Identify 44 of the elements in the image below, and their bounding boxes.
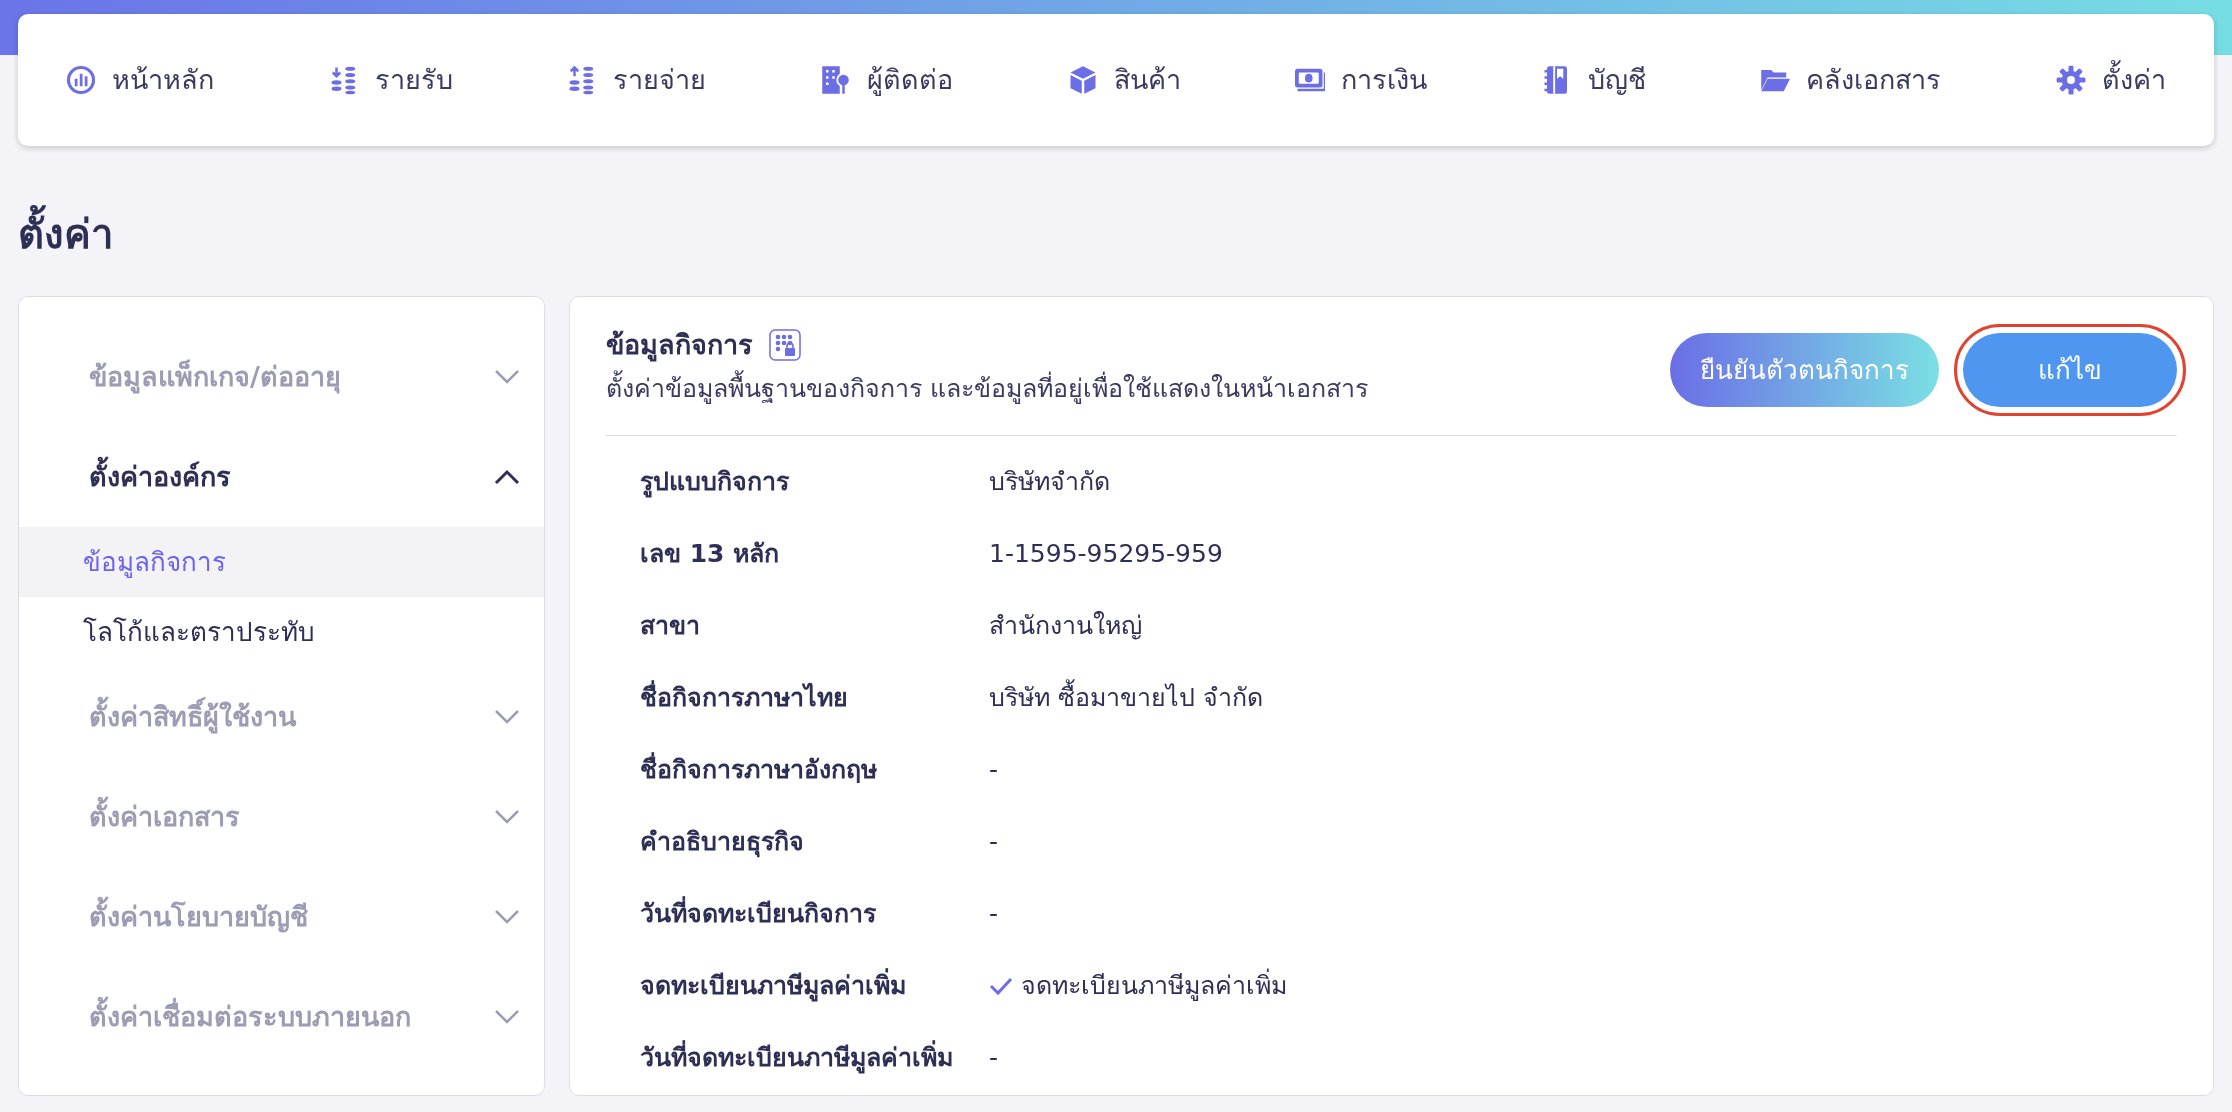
nav-link[interactable]: คลังเอกสาร xyxy=(1760,59,1942,101)
chevron-down-icon xyxy=(494,809,520,825)
sidebar-item[interactable]: โลโก้และตราประทับ xyxy=(19,597,544,667)
field-value: - xyxy=(989,754,999,787)
chevron-up-icon xyxy=(494,469,520,485)
field-value: 1-1595-95295-959 xyxy=(989,538,1223,571)
chart-icon xyxy=(66,65,96,95)
field-label: ชื่อกิจการภาษาไทย xyxy=(606,679,989,717)
chevron-down-icon xyxy=(494,709,520,725)
field-value: - xyxy=(989,898,999,931)
field-label: เลข 13 หลัก xyxy=(639,538,781,571)
field-label: จดทะเบียนภาษีมูลค่าเพิ่ม xyxy=(606,967,989,1005)
field-label: วันที่จดทะเบียนภาษีมูลค่าเพิ่ม xyxy=(606,1039,989,1077)
sidebar-group[interactable]: ตั้งค่าองค์กร xyxy=(19,427,544,527)
nav-link[interactable]: สินค้า xyxy=(1067,59,1181,101)
nav-link[interactable]: ผู้ติดต่อ xyxy=(820,59,953,101)
field-value: บริษัท ซื้อมาขายไป จำกัด xyxy=(989,679,1263,717)
field-label: วันที่จดทะเบียนกิจการ xyxy=(606,895,989,933)
nav-link[interactable]: ตั้งค่า xyxy=(2056,59,2166,101)
chevron-down-icon xyxy=(494,909,520,925)
field-value: - xyxy=(989,826,999,859)
panel-description: ตั้งค่าข้อมูลพื้นฐานของกิจการ และข้อมูลที่อยู่เพื่อใช้แสดงในหน้าเอกสาร xyxy=(606,369,1368,407)
nav-link[interactable]: บัญชี xyxy=(1541,59,1646,101)
grid-lock-icon xyxy=(769,329,801,362)
check-icon xyxy=(989,976,1013,996)
page-title: ตั้งค่า xyxy=(18,204,2214,264)
chevron-down-icon xyxy=(494,1009,520,1025)
field-value: สำนักงานใหญ่ xyxy=(989,610,1142,643)
field-label: ชื่อกิจการภาษาอังกฤษ xyxy=(606,751,989,789)
field-label: คำอธิบายธุรกิจ xyxy=(639,826,805,860)
settings-icon xyxy=(2056,65,2086,95)
sidebar-item[interactable]: ข้อมูลกิจการ xyxy=(19,527,544,597)
field-value: จดทะเบียนภาษีมูลค่าเพิ่ม xyxy=(1021,967,1287,1005)
field-value: บริษัทจำกัด xyxy=(989,466,1110,499)
chevron-down-icon xyxy=(494,369,520,385)
panel-title: ข้อมูลกิจการ xyxy=(606,328,753,364)
field-label: สาขา xyxy=(639,610,701,643)
nav-link[interactable]: การเงิน xyxy=(1295,59,1428,101)
nav-link[interactable]: หน้าหลัก xyxy=(66,59,214,101)
nav-link[interactable]: รายจ่าย xyxy=(567,59,707,101)
building-icon xyxy=(820,65,851,95)
nav-link[interactable]: รายรับ xyxy=(328,59,453,101)
field-value: - xyxy=(989,1042,999,1075)
field-label: รูปแบบกิจการ xyxy=(639,466,790,500)
